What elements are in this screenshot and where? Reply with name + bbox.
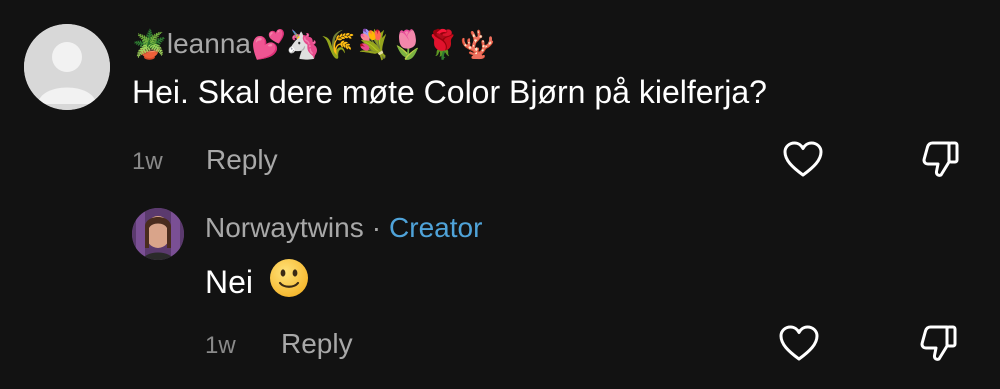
thumbs-down-outline-icon [920,325,957,361]
username-emoji-decorations: 💕🦄🌾💐🌷🌹🪸 [250,27,496,61]
reply-timestamp: 1w [205,332,236,359]
potted-plant-emoji: 🪴 [132,27,167,61]
slightly-smiling-face-icon [269,258,309,306]
reply-username[interactable]: Norwaytwins [205,212,364,244]
commenter-avatar[interactable] [24,24,110,110]
default-avatar-icon [24,24,110,110]
comment-timestamp: 1w [132,148,163,175]
reply-like-button[interactable] [776,320,822,366]
commenter-username[interactable]: leanna [167,28,251,60]
username-separator: · [371,212,382,243]
creator-avatar-image [132,208,184,260]
heart-outline-icon [779,325,819,361]
reply-reply-button[interactable]: Reply [281,328,353,360]
reply-text: Nei [205,263,254,300]
reply-dislike-button[interactable] [916,320,962,366]
comment-text: Hei. Skal dere møte Color Bjørn på kielf… [132,74,767,110]
reply-text-row: Nei [205,258,309,306]
creator-badge: Creator [389,212,483,243]
comment-reply-button[interactable]: Reply [206,144,278,176]
comment-dislike-button[interactable] [918,136,964,182]
reply-username-row[interactable]: Norwaytwins · Creator [205,208,482,248]
commenter-username-row[interactable]: 🪴 leanna 💕🦄🌾💐🌷🌹🪸 [132,22,495,66]
comment-like-button[interactable] [780,136,826,182]
thumbs-down-outline-icon [922,141,959,177]
heart-outline-icon [783,141,823,177]
creator-avatar[interactable] [132,208,184,260]
